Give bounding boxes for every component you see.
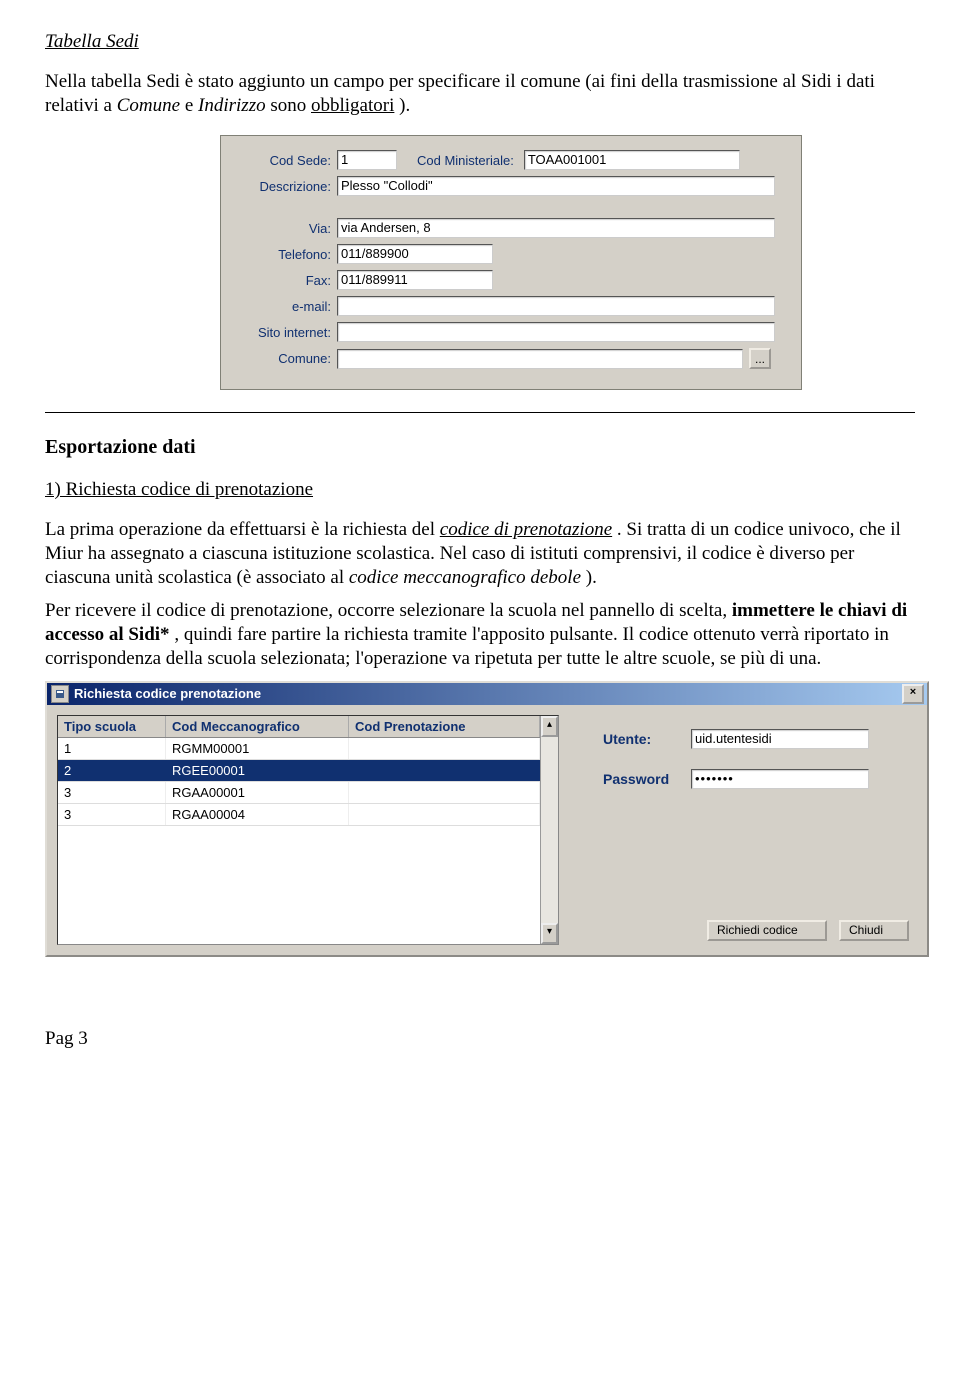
richiesta-codice-dialog: Richiesta codice prenotazione × Tipo scu… — [45, 681, 929, 957]
richiedi-codice-button[interactable]: Richiedi codice — [707, 920, 827, 941]
telefono-input[interactable]: 011/889900 — [337, 244, 493, 264]
para1-e: ). — [586, 567, 597, 588]
close-icon[interactable]: × — [902, 684, 924, 704]
sedi-form-panel: Cod Sede: 1 Cod Ministeriale: TOAA001001… — [220, 135, 802, 390]
cod-sede-input[interactable]: 1 — [337, 150, 397, 170]
comune-input[interactable] — [337, 349, 743, 369]
fax-input[interactable]: 011/889911 — [337, 270, 493, 290]
para1-d: codice meccanografico debole — [349, 567, 581, 588]
intro-text-2: Comune — [117, 95, 180, 116]
utente-input[interactable]: uid.utentesidi — [691, 729, 869, 749]
cell-pren — [349, 804, 540, 825]
cell-mecc: RGAA00001 — [166, 782, 349, 803]
descrizione-label: Descrizione: — [231, 179, 337, 194]
grid-header: Tipo scuola Cod Meccanografico Cod Preno… — [58, 716, 540, 738]
cell-mecc: RGMM00001 — [166, 738, 349, 759]
cell-pren — [349, 738, 540, 759]
page-number: Pag 3 — [45, 1027, 915, 1051]
section-title: Tabella Sedi — [45, 30, 915, 54]
intro-paragraph: Nella tabella Sedi è stato aggiunto un c… — [45, 70, 915, 118]
paragraph-2: Per ricevere il codice di prenotazione, … — [45, 599, 915, 670]
password-label: Password — [603, 771, 691, 787]
via-label: Via: — [231, 221, 337, 236]
email-input[interactable] — [337, 296, 775, 316]
intro-text-6: obbligatori — [311, 95, 394, 116]
dialog-app-icon — [51, 685, 69, 703]
scroll-down-icon[interactable]: ▾ — [541, 923, 558, 944]
intro-text-7: ). — [399, 95, 410, 116]
utente-label: Utente: — [603, 731, 691, 747]
table-row[interactable]: 3 RGAA00001 — [58, 782, 540, 804]
dialog-title: Richiesta codice prenotazione — [74, 686, 261, 701]
table-row[interactable]: 2 RGEE00001 — [58, 760, 540, 782]
cell-pren — [349, 782, 540, 803]
col-mecc-header[interactable]: Cod Meccanografico — [166, 716, 349, 737]
cod-min-input[interactable]: TOAA001001 — [524, 150, 740, 170]
grid-scrollbar[interactable]: ▴ ▾ — [540, 716, 558, 944]
chiudi-button[interactable]: Chiudi — [839, 920, 909, 941]
col-tipo-header[interactable]: Tipo scuola — [58, 716, 166, 737]
grid-body: 1 RGMM00001 2 RGEE00001 3 RGAA00001 — [58, 738, 540, 944]
table-row[interactable]: 3 RGAA00004 — [58, 804, 540, 826]
schools-grid: Tipo scuola Cod Meccanografico Cod Preno… — [57, 715, 559, 945]
para2-a: Per ricevere il codice di prenotazione, … — [45, 600, 732, 621]
cell-pren — [349, 760, 540, 781]
divider — [45, 412, 915, 413]
comune-browse-button[interactable]: ... — [749, 348, 771, 369]
credentials-pane: Utente: uid.utentesidi Password ••••••• … — [569, 715, 917, 945]
intro-text-5: sono — [270, 95, 311, 116]
col-pren-header[interactable]: Cod Prenotazione — [349, 716, 540, 737]
para1-a: La prima operazione da effettuarsi è la … — [45, 519, 440, 540]
cell-mecc: RGAA00004 — [166, 804, 349, 825]
para1-b: codice di prenotazione — [440, 519, 612, 540]
cell-tipo: 1 — [58, 738, 166, 759]
cell-mecc: RGEE00001 — [166, 760, 349, 781]
sito-label: Sito internet: — [231, 325, 337, 340]
cell-tipo: 2 — [58, 760, 166, 781]
comune-label: Comune: — [231, 351, 337, 366]
fax-label: Fax: — [231, 273, 337, 288]
descrizione-input[interactable]: Plesso "Collodi" — [337, 176, 775, 196]
dialog-titlebar: Richiesta codice prenotazione × — [47, 683, 927, 705]
table-row[interactable]: 1 RGMM00001 — [58, 738, 540, 760]
paragraph-1: La prima operazione da effettuarsi è la … — [45, 518, 915, 589]
cell-tipo: 3 — [58, 804, 166, 825]
sub-heading: 1) Richiesta codice di prenotazione — [45, 478, 915, 502]
telefono-label: Telefono: — [231, 247, 337, 262]
intro-text-4: Indirizzo — [198, 95, 266, 116]
para2-c: , quindi fare partire la richiesta trami… — [45, 624, 889, 669]
export-heading: Esportazione dati — [45, 435, 915, 460]
cod-sede-label: Cod Sede: — [231, 153, 337, 168]
password-input[interactable]: ••••••• — [691, 769, 869, 789]
via-input[interactable]: via Andersen, 8 — [337, 218, 775, 238]
scroll-up-icon[interactable]: ▴ — [541, 716, 558, 737]
intro-text-3: e — [185, 95, 198, 116]
sito-input[interactable] — [337, 322, 775, 342]
cod-min-label: Cod Ministeriale: — [417, 153, 520, 168]
scroll-track[interactable] — [541, 737, 558, 923]
cell-tipo: 3 — [58, 782, 166, 803]
email-label: e-mail: — [231, 299, 337, 314]
